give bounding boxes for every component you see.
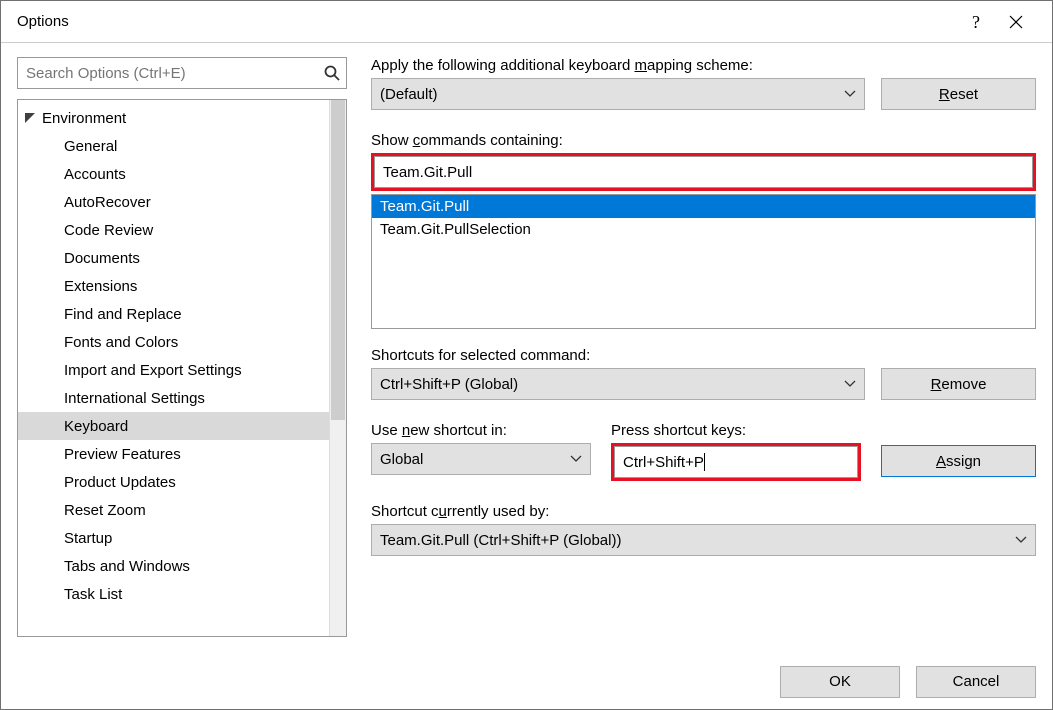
tree-item-product-updates[interactable]: Product Updates bbox=[18, 468, 346, 496]
tree-item-tabs-and-windows[interactable]: Tabs and Windows bbox=[18, 552, 346, 580]
use-in-label: Use new shortcut in: bbox=[371, 422, 591, 439]
tree-item-reset-zoom[interactable]: Reset Zoom bbox=[18, 496, 346, 524]
tree-item-extensions[interactable]: Extensions bbox=[18, 272, 346, 300]
reset-button[interactable]: Reset bbox=[881, 78, 1036, 110]
search-input[interactable] bbox=[18, 65, 318, 82]
tree-item-find-and-replace[interactable]: Find and Replace bbox=[18, 300, 346, 328]
tree-item-environment[interactable]: Environment bbox=[18, 104, 346, 132]
ok-button[interactable]: OK bbox=[780, 666, 900, 698]
window-title: Options bbox=[17, 13, 69, 30]
tree-item-fonts-and-colors[interactable]: Fonts and Colors bbox=[18, 328, 346, 356]
chevron-down-icon bbox=[1015, 536, 1027, 544]
shortcuts-value: Ctrl+Shift+P (Global) bbox=[380, 376, 518, 393]
used-by-label: Shortcut currently used by: bbox=[371, 503, 1036, 520]
tree-item-import-and-export-settings[interactable]: Import and Export Settings bbox=[18, 356, 346, 384]
tree-item-task-list[interactable]: Task List bbox=[18, 580, 346, 608]
chevron-down-icon bbox=[844, 380, 856, 388]
tree-item-startup[interactable]: Startup bbox=[18, 524, 346, 552]
options-dialog: Options ? EnvironmentGeneralAccountsAuto… bbox=[0, 0, 1053, 710]
command-list-item[interactable]: Team.Git.Pull bbox=[372, 195, 1035, 218]
dialog-footer: OK Cancel bbox=[1, 653, 1052, 709]
search-box[interactable] bbox=[17, 57, 347, 89]
use-in-dropdown[interactable]: Global bbox=[371, 443, 591, 475]
tree-item-international-settings[interactable]: International Settings bbox=[18, 384, 346, 412]
commands-list[interactable]: Team.Git.PullTeam.Git.PullSelection bbox=[371, 194, 1036, 329]
used-by-dropdown[interactable]: Team.Git.Pull (Ctrl+Shift+P (Global)) bbox=[371, 524, 1036, 556]
text-cursor bbox=[704, 453, 705, 471]
left-pane: EnvironmentGeneralAccountsAutoRecoverCod… bbox=[17, 57, 347, 637]
titlebar: Options ? bbox=[1, 1, 1052, 43]
press-keys-input[interactable]: Ctrl+Shift+P bbox=[614, 446, 858, 478]
shortcuts-label: Shortcuts for selected command: bbox=[371, 347, 1036, 364]
press-keys-label: Press shortcut keys: bbox=[611, 422, 861, 439]
tree-item-preview-features[interactable]: Preview Features bbox=[18, 440, 346, 468]
close-icon[interactable] bbox=[996, 1, 1036, 43]
used-by-value: Team.Git.Pull (Ctrl+Shift+P (Global)) bbox=[380, 532, 621, 549]
svg-text:?: ? bbox=[972, 13, 980, 31]
mapping-scheme-value: (Default) bbox=[380, 86, 438, 103]
tree-item-documents[interactable]: Documents bbox=[18, 244, 346, 272]
cancel-button[interactable]: Cancel bbox=[916, 666, 1036, 698]
tree-item-autorecover[interactable]: AutoRecover bbox=[18, 188, 346, 216]
mapping-scheme-label: Apply the following additional keyboard … bbox=[371, 57, 1036, 74]
help-icon[interactable]: ? bbox=[956, 1, 996, 43]
command-list-item[interactable]: Team.Git.PullSelection bbox=[372, 218, 1035, 241]
expander-icon bbox=[24, 112, 36, 124]
right-pane: Apply the following additional keyboard … bbox=[371, 57, 1036, 637]
assign-button[interactable]: Assign bbox=[881, 445, 1036, 477]
mapping-scheme-dropdown[interactable]: (Default) bbox=[371, 78, 865, 110]
scrollbar-thumb[interactable] bbox=[331, 100, 345, 420]
tree-item-keyboard[interactable]: Keyboard bbox=[18, 412, 346, 440]
tree-scrollbar[interactable] bbox=[329, 100, 346, 636]
chevron-down-icon bbox=[570, 455, 582, 463]
tree-item-accounts[interactable]: Accounts bbox=[18, 160, 346, 188]
use-in-value: Global bbox=[380, 451, 423, 468]
chevron-down-icon bbox=[844, 90, 856, 98]
options-tree[interactable]: EnvironmentGeneralAccountsAutoRecoverCod… bbox=[17, 99, 347, 637]
tree-item-code-review[interactable]: Code Review bbox=[18, 216, 346, 244]
commands-filter-label: Show commands containing: bbox=[371, 132, 1036, 149]
remove-button[interactable]: Remove bbox=[881, 368, 1036, 400]
commands-filter-input[interactable] bbox=[374, 156, 1033, 188]
shortcuts-dropdown[interactable]: Ctrl+Shift+P (Global) bbox=[371, 368, 865, 400]
search-icon[interactable] bbox=[318, 65, 346, 81]
tree-item-general[interactable]: General bbox=[18, 132, 346, 160]
